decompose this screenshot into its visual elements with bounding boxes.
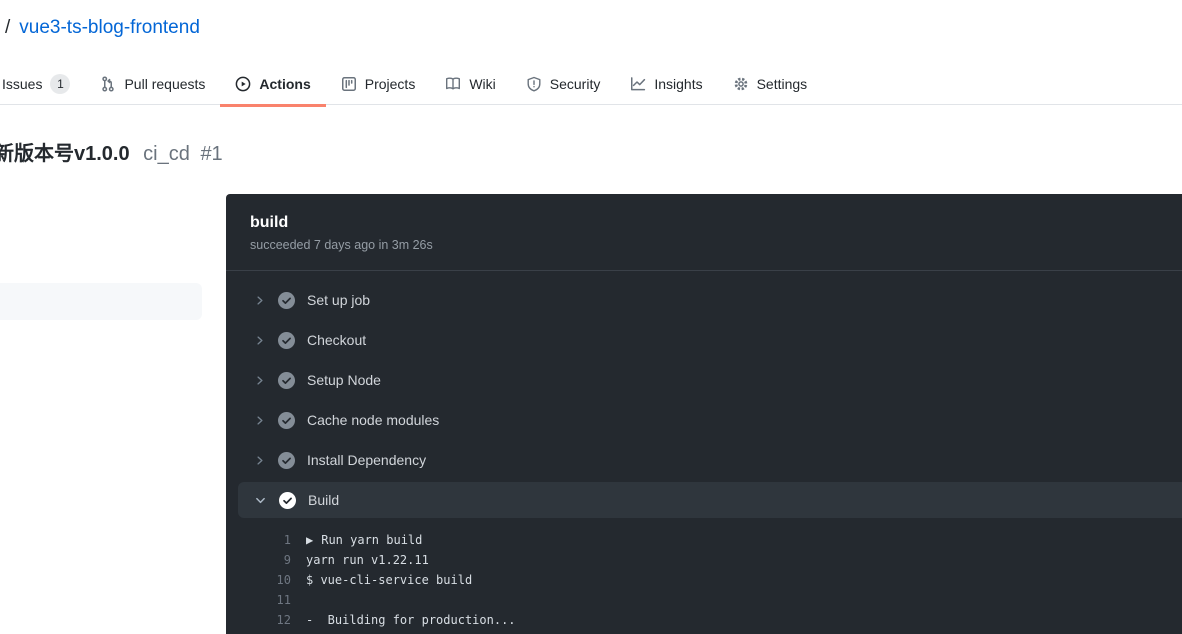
pull-request-icon (102, 76, 115, 92)
tab-actions[interactable]: Actions (220, 64, 326, 107)
step-checkout[interactable]: Checkout (226, 320, 1182, 360)
job-log-panel: build succeeded 7 days ago in 3m 26s Set… (226, 194, 1182, 634)
run-number: #1 (200, 143, 223, 165)
play-circle-icon (236, 76, 251, 92)
check-circle-icon (278, 331, 295, 349)
log-line-text: yarn run v1.22.11 (306, 553, 429, 567)
step-label: Set up job (307, 292, 371, 308)
log-line-number[interactable]: 1 (226, 533, 291, 547)
tab-label: Wiki (469, 76, 496, 92)
log-line-number[interactable]: 10 (226, 573, 291, 587)
tab-label: Settings (756, 76, 808, 92)
job-list-item[interactable] (0, 283, 202, 320)
log-line: 10 $ vue-cli-service build (226, 570, 1182, 590)
chevron-right-icon (257, 455, 263, 465)
shield-icon (527, 76, 541, 92)
build-step-log: 1 ▶ Run yarn build 9 yarn run v1.22.11 1… (226, 520, 1182, 630)
issues-count-badge: 1 (50, 74, 71, 94)
step-cache-node-modules[interactable]: Cache node modules (226, 400, 1182, 440)
log-line-text: $ vue-cli-service build (306, 573, 473, 587)
tab-insights[interactable]: Insights (615, 64, 717, 107)
job-name: build (250, 214, 289, 231)
log-line: 1 ▶ Run yarn build (226, 530, 1182, 550)
book-icon (446, 77, 461, 90)
log-line: 11 (226, 590, 1182, 610)
job-header: build succeeded 7 days ago in 3m 26s (226, 194, 1182, 271)
tab-label: Issues (2, 76, 43, 92)
chevron-right-icon (257, 335, 263, 345)
check-circle-icon (279, 491, 296, 509)
step-label: Checkout (307, 332, 367, 348)
chevron-down-icon (256, 497, 265, 503)
gear-icon (734, 77, 747, 91)
run-title: 新版本号v1.0.0 ci_cd #1 (0, 137, 223, 166)
log-group-play-icon[interactable]: ▶ (306, 533, 313, 547)
log-line-text: Run yarn build (321, 533, 423, 547)
check-circle-icon (278, 371, 295, 389)
chevron-right-icon (257, 375, 263, 385)
step-install-dependency[interactable]: Install Dependency (226, 440, 1182, 480)
tab-label: Actions (259, 76, 311, 92)
step-label: Cache node modules (307, 412, 440, 428)
job-status-line: succeeded 7 days ago in 3m 26s (250, 238, 433, 252)
tab-wiki[interactable]: Wiki (430, 64, 510, 107)
tab-projects[interactable]: Projects (326, 64, 431, 107)
tab-security[interactable]: Security (511, 64, 616, 107)
step-label: Setup Node (307, 372, 381, 388)
step-set-up-job[interactable]: Set up job (226, 280, 1182, 320)
check-circle-icon (278, 411, 295, 429)
log-line-text: - Building for production... (306, 613, 516, 627)
tab-label: Insights (654, 76, 703, 92)
log-line: 12 - Building for production... (226, 610, 1182, 630)
workflow-name: ci_cd (143, 143, 190, 165)
log-line-number[interactable]: 9 (226, 553, 291, 567)
breadcrumb-separator: / (5, 17, 11, 38)
log-line-number[interactable]: 12 (226, 613, 291, 627)
actions-run-page: / vue3-ts-blog-frontend Issues 1 Pull re… (0, 0, 1182, 634)
step-setup-node[interactable]: Setup Node (226, 360, 1182, 400)
commit-message: 新版本号v1.0.0 (0, 143, 130, 165)
repo-link[interactable]: vue3-ts-blog-frontend (19, 17, 200, 39)
chevron-right-icon (257, 415, 263, 425)
tab-label: Projects (364, 76, 416, 92)
tab-pull-requests[interactable]: Pull requests (85, 64, 220, 107)
tab-issues[interactable]: Issues 1 (0, 64, 85, 107)
tab-settings[interactable]: Settings (718, 64, 823, 107)
step-label: Install Dependency (307, 452, 427, 468)
step-label: Build (308, 492, 340, 508)
log-line: 9 yarn run v1.22.11 (226, 550, 1182, 570)
job-steps-list: Set up job Checkout Setup Node Cache nod… (226, 271, 1182, 518)
graph-icon (631, 77, 646, 91)
check-circle-icon (278, 451, 295, 469)
check-circle-icon (278, 291, 295, 309)
chevron-right-icon (257, 295, 263, 305)
repo-tab-bar: Issues 1 Pull requests Actions Projects (0, 64, 1182, 107)
step-build[interactable]: Build (238, 482, 1182, 518)
project-icon (341, 77, 356, 91)
breadcrumb: / vue3-ts-blog-frontend (5, 17, 200, 39)
tab-label: Security (549, 76, 601, 92)
log-line-number[interactable]: 11 (226, 593, 291, 607)
tab-label: Pull requests (124, 76, 206, 92)
